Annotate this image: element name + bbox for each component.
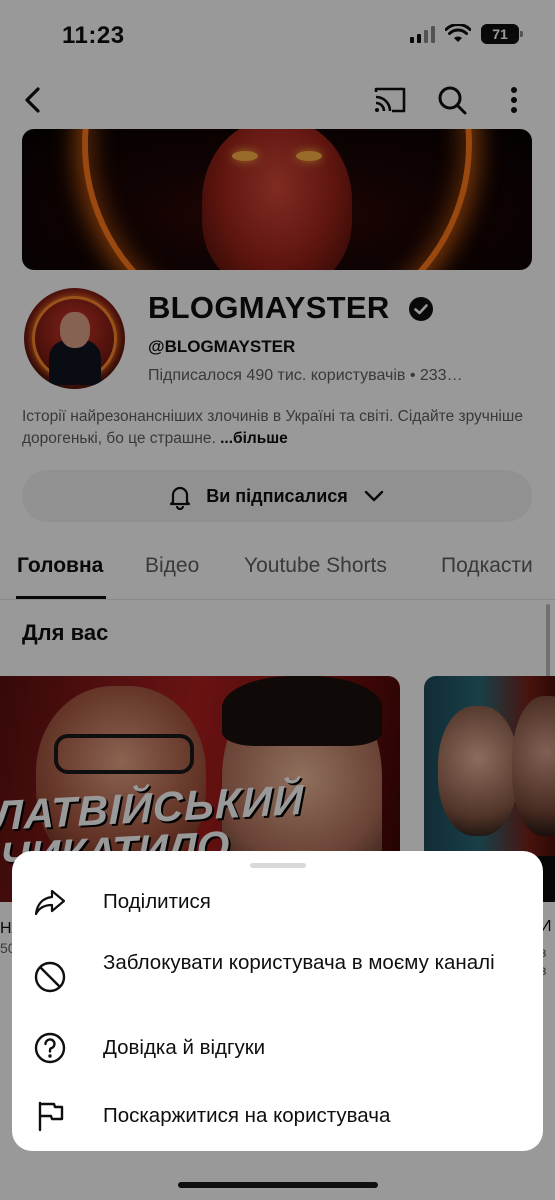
share-icon: [34, 889, 66, 916]
help-icon: [34, 1032, 66, 1064]
menu-item-label: Заблокувати користувача в моєму каналі: [103, 951, 495, 974]
menu-item-label: Поскаржитися на користувача: [103, 1104, 391, 1127]
home-indicator[interactable]: [178, 1182, 378, 1188]
menu-item-report-user[interactable]: Поскаржитися на користувача: [12, 1095, 543, 1137]
sheet-drag-handle[interactable]: [250, 863, 306, 868]
menu-item-label: Довідка й відгуки: [103, 1036, 266, 1059]
bottom-sheet-menu: Поділитися Заблокувати користувача в моє…: [12, 851, 543, 1151]
menu-item-share[interactable]: Поділитися: [12, 881, 543, 923]
block-icon: [34, 961, 66, 993]
flag-icon: [38, 1101, 64, 1132]
menu-item-help-feedback[interactable]: Довідка й відгуки: [12, 1027, 543, 1069]
menu-item-label: Поділитися: [103, 890, 211, 913]
menu-item-block-user[interactable]: Заблокувати користувача в моєму каналі: [12, 947, 543, 1007]
